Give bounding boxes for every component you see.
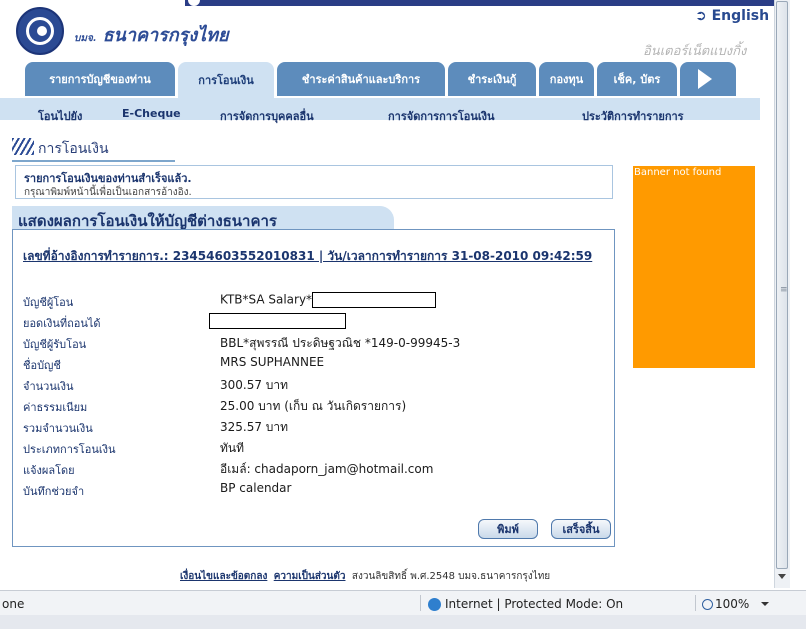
detail-value: MRS SUPHANNEE [220,355,325,369]
internet-banking-tagline: อินเตอร์เน็ตแบงกิ้ง [643,44,747,59]
krungthai-logo[interactable] [16,7,64,55]
page-title: การโอนเงิน [12,135,175,162]
terms-link[interactable]: เงื่อนไขและข้อตกลง [180,571,267,582]
detail-value: KTB*SA Salary* [220,292,437,308]
subnav-manage-others[interactable]: การจัดการบุคคลอื่น [220,107,314,125]
zoom-text: 100% [715,597,750,611]
detail-value: 325.57 บาท [220,420,289,434]
detail-value: อีเมล์: chadaporn_jam@hotmail.com [220,462,434,476]
vertical-scrollbar[interactable]: ≡ [774,0,790,588]
detail-row-fee: ค่าธรรมเนียม 25.00 บาท (เก็บ ณ วันเกิดรา… [13,395,613,415]
hatch-decoration-icon [12,138,34,155]
tab-more-button[interactable] [680,62,736,96]
detail-label: ค่าธรรมเนียม [23,401,88,414]
detail-label: ประเภทการโอนเงิน [23,443,116,456]
privacy-link[interactable]: ความเป็นส่วนตัว [274,571,346,582]
window-bottom-frame [0,615,806,629]
zone-text: Internet | Protected Mode: On [445,597,624,611]
zoom-level[interactable]: 100% [702,597,749,611]
grip-icon: ≡ [780,285,788,295]
subnav-e-cheque[interactable]: E-Cheque [122,107,181,120]
status-text: one [2,597,25,611]
ad-banner: Banner not found [633,166,755,368]
detail-row-amount: จำนวนเงิน 300.57 บาท [13,374,613,394]
tab-funds[interactable]: กองทุน [539,62,594,96]
english-language-link[interactable]: ➲ English [695,8,769,24]
status-separator [695,595,696,611]
detail-label: บัญชีผู้รับโอน [23,338,87,351]
logo-dot-icon [37,26,47,36]
page-title-text: การโอนเงิน [38,141,109,157]
arrow-right-circle-icon: ➲ [695,8,707,24]
detail-row-to-account: บัญชีผู้รับโอน BBL*สุพรรณี ประดิษฐวณิช *… [13,332,613,352]
tab-label: ชำระเงินกู้ [467,73,517,86]
tab-payments[interactable]: ชำระค่าสินค้าและบริการ [277,62,445,96]
zoom-icon [702,599,713,610]
security-zone[interactable]: Internet | Protected Mode: On [428,597,623,611]
tab-label: กองทุน [549,73,584,86]
main-tab-bar: รายการบัญชีของท่าน การโอนเงิน ชำระค่าสิน… [15,62,760,98]
redacted-box [209,313,346,329]
english-link-label: English [711,8,770,24]
detail-value: 25.00 บาท (เก็บ ณ วันเกิดรายการ) [220,399,407,413]
scrollbar-thumb[interactable]: ≡ [776,1,788,569]
banner-text: Banner not found [634,167,722,178]
subnav-transaction-history[interactable]: ประวัติการทำรายการ [582,107,684,125]
status-separator [420,595,421,611]
globe-icon [428,598,441,611]
bank-prefix: บมจ. [74,33,97,44]
subnav-manage-transfers[interactable]: การจัดการการโอนเงิน [388,107,495,125]
transfer-result-panel: เลขที่อ้างอิงการทำรายการ.: 2345460355201… [12,229,615,547]
detail-label: ยอดเงินที่ถอนได้ [23,317,101,330]
print-hint: กรุณาพิมพ์หน้านี้เพื่อเป็นเอกสารอ้างอิง. [24,187,192,198]
detail-value: 300.57 บาท [220,378,289,392]
detail-label: บัญชีผู้โอน [23,296,74,309]
tab-accounts[interactable]: รายการบัญชีของท่าน [25,62,175,96]
chevron-down-icon[interactable] [761,602,769,606]
detail-row-total: รวมจำนวนเงิน 325.57 บาท [13,416,613,436]
detail-label: บันทึกช่วยจำ [23,485,85,498]
detail-row-withdrawable: ยอดเงินที่ถอนได้ [13,311,613,331]
play-arrow-icon [698,69,712,89]
tab-label: การโอนเงิน [198,74,254,87]
detail-row-notify-by: แจ้งผลโดย อีเมล์: chadaporn_jam@hotmail.… [13,458,613,478]
scroll-down-arrow-icon[interactable] [778,574,786,579]
detail-value: BP calendar [220,481,292,495]
print-button[interactable]: พิมพ์ [478,519,538,539]
bank-name-text: ธนาคารกรุงไทย [102,25,229,46]
from-account-text: KTB*SA Salary* [220,292,313,307]
detail-row-memo: บันทึกช่วยจำ BP calendar [13,479,613,499]
success-message-box: รายการโอนเงินของท่านสำเร็จแล้ว. กรุณาพิม… [15,165,613,199]
detail-label: แจ้งผลโดย [23,464,75,477]
detail-row-from-account: บัญชีผู้โอน KTB*SA Salary* [13,290,613,310]
redacted-box [312,292,437,308]
tab-loan-payment[interactable]: ชำระเงินกู้ [448,62,536,96]
browser-status-bar: one Internet | Protected Mode: On 100% [0,590,806,616]
detail-value [209,313,346,329]
detail-row-account-name: ชื่อบัญชี MRS SUPHANNEE [13,353,613,373]
tab-label: ชำระค่าสินค้าและบริการ [301,73,421,86]
tab-label: เช็ค, บัตร [613,73,661,86]
section-heading: แสดงผลการโอนเงินให้บัญชีต่างธนาคาร [12,206,394,230]
detail-label: จำนวนเงิน [23,380,74,393]
tab-cheque-cards[interactable]: เช็ค, บัตร [597,62,677,96]
reference-line: เลขที่อ้างอิงการทำรายการ.: 2345460355201… [23,249,593,263]
sub-navigation: โอนไปยัง E-Cheque การจัดการบุคคลอื่น การ… [0,98,760,123]
copyright-text: สงวนลิขสิทธิ์ พ.ศ.2548 บมจ.ธนาคารกรุงไทย [351,571,551,582]
detail-value: ทันที [220,441,245,455]
tab-transfer[interactable]: การโอนเงิน [178,62,274,98]
detail-label: ชื่อบัญชี [23,359,61,372]
detail-value: BBL*สุพรรณี ประดิษฐวณิช *149-0-99945-3 [220,336,461,350]
bank-name: บมจ. ธนาคารกรุงไทย [74,20,229,49]
page-footer: เงื่อนไขและข้อตกลง ความเป็นส่วนตัว สงวนล… [180,569,550,584]
finish-button[interactable]: เสร็จสิ้น [551,519,611,539]
tab-label: รายการบัญชีของท่าน [49,73,151,86]
browser-top-links-strip [185,0,790,6]
detail-label: รวมจำนวนเงิน [23,422,93,435]
subnav-transfer-to[interactable]: โอนไปยัง [38,107,82,125]
detail-row-transfer-type: ประเภทการโอนเงิน ทันที [13,437,613,457]
